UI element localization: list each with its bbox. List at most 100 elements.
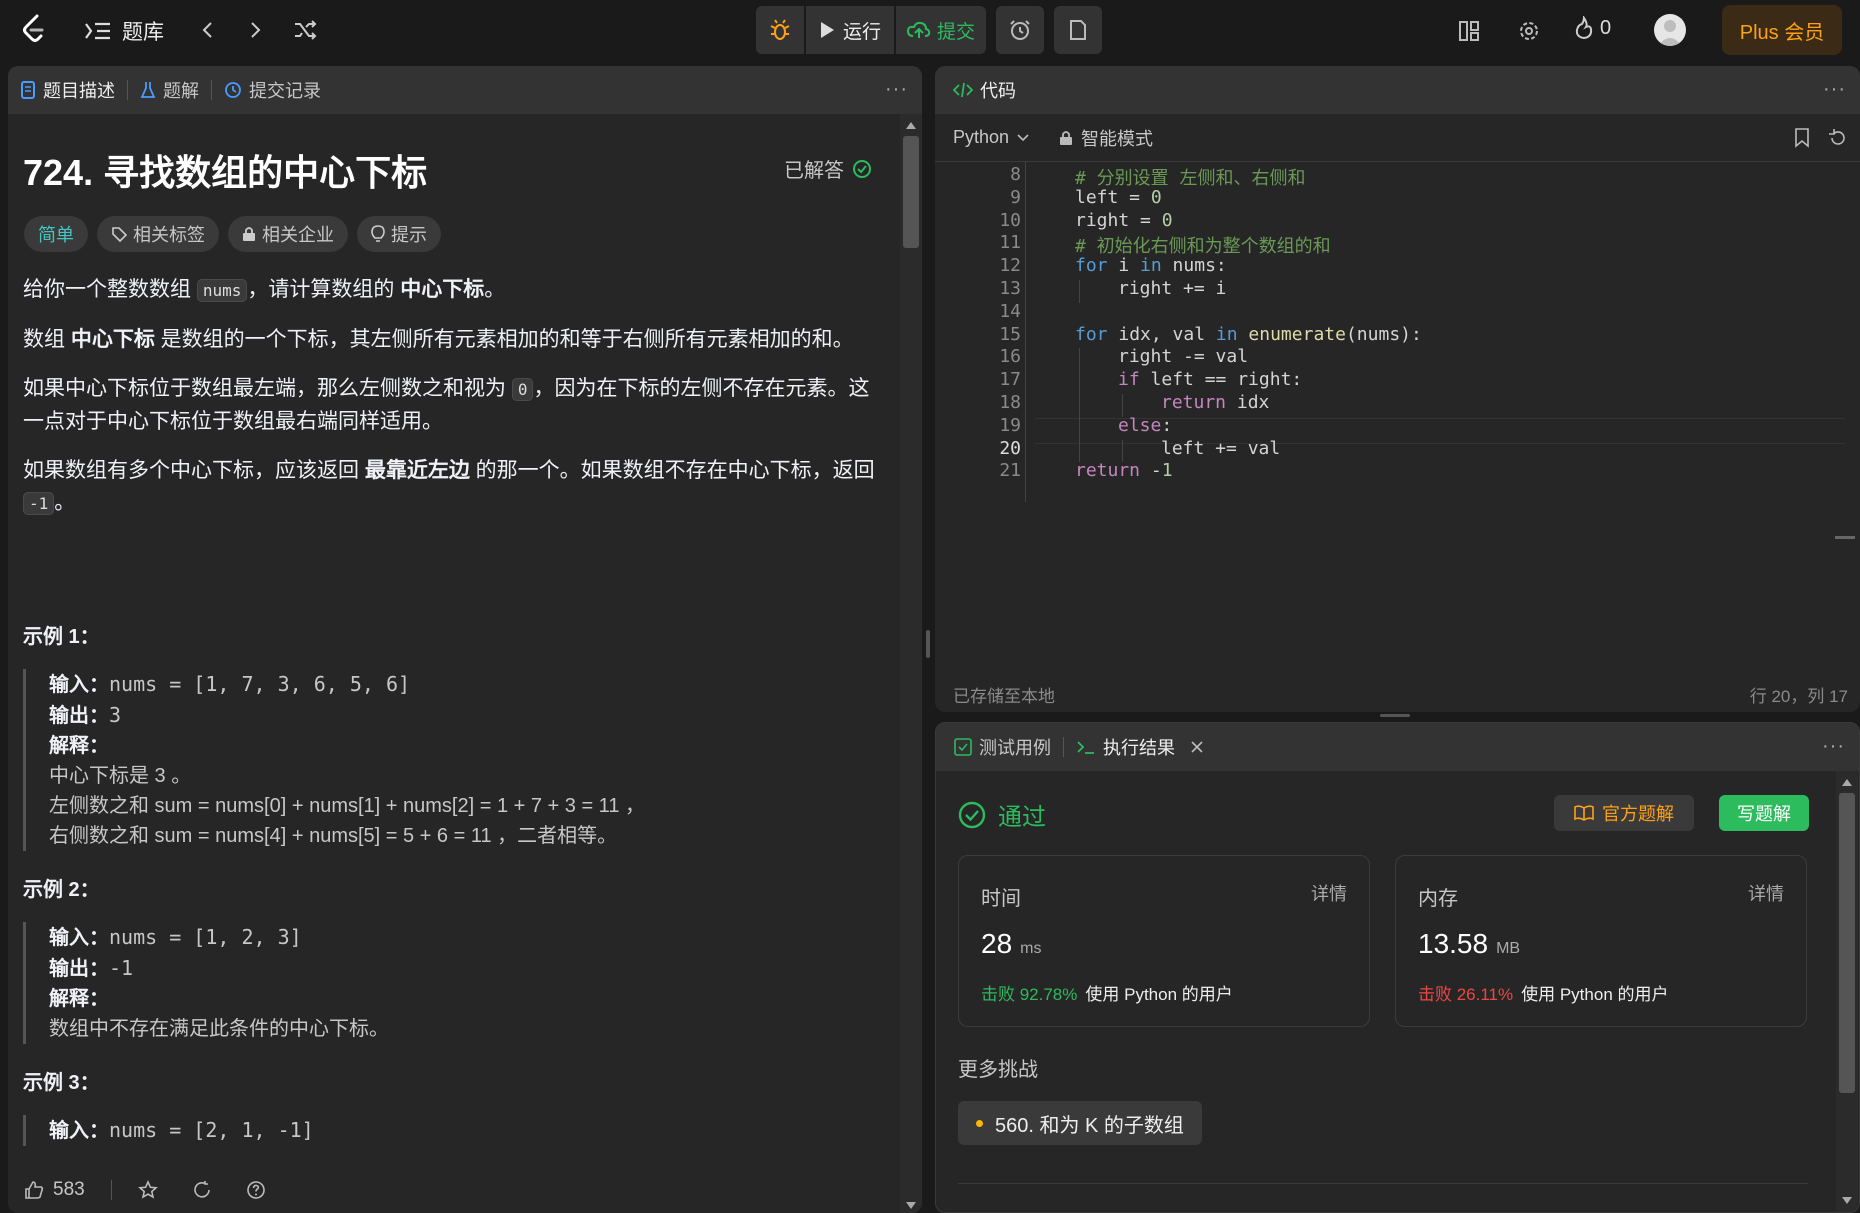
memory-label: 内存 — [1418, 888, 1458, 910]
play-icon — [820, 22, 834, 38]
indent-guide — [1122, 394, 1123, 417]
share-icon[interactable] — [192, 1180, 212, 1200]
tab-solutions-label: 题解 — [163, 81, 199, 101]
text: 数组 — [23, 328, 71, 351]
description-paragraph: 数组 中心下标 是数组的一个下标，其左侧所有元素相加的和等于右侧所有元素相加的和… — [23, 324, 888, 356]
input-value: nums = [2, 1, -1] — [109, 1118, 314, 1142]
code-editor[interactable]: 8 9 10 11 12 13 14 15 16 17 18 19 20 21 # 分别设置 左侧和、右侧… — [935, 162, 1845, 662]
language-select[interactable]: Python — [953, 127, 1029, 148]
example-output: 输出：3 — [49, 700, 888, 731]
scroll-thumb[interactable] — [1839, 793, 1855, 1093]
like-button[interactable]: 583 — [24, 1179, 85, 1201]
prev-problem-icon[interactable] — [196, 16, 220, 44]
line-number: 19 — [999, 414, 1021, 436]
tab-description[interactable]: 题目描述 — [8, 77, 127, 103]
problem-bank-link[interactable]: 题库 — [84, 16, 164, 46]
scroll-thumb[interactable] — [903, 136, 919, 248]
code-line: right -= val — [1118, 346, 1249, 368]
challenge-link[interactable]: 560. 和为 K 的子数组 — [958, 1101, 1202, 1145]
code-panel: 代码 ··· Python 智能模式 8 9 10 11 12 13 14 15 16 17 18 1… — [935, 66, 1860, 712]
solved-label: 已解答 — [784, 160, 844, 182]
streak-counter[interactable]: 0 — [1574, 16, 1611, 40]
smart-mode-toggle[interactable]: 智能模式 — [1059, 125, 1153, 151]
runtime-beat-percent: 击败 92.78% — [981, 985, 1078, 1004]
description-scrollbar[interactable] — [900, 114, 922, 1213]
plus-membership-button[interactable]: Plus 会员 — [1722, 5, 1842, 55]
leetcode-logo-icon[interactable] — [18, 12, 50, 46]
write-solution-button[interactable]: 写题解 — [1719, 795, 1809, 831]
scroll-down-icon[interactable] — [906, 1202, 916, 1209]
runtime-card: 时间 详情 28 ms 击败 92.78% 使用 Python 的用户 — [958, 855, 1370, 1027]
indent-guide — [1079, 280, 1080, 303]
line-number: 9 — [1010, 186, 1021, 208]
tab-submissions[interactable]: 提交记录 — [212, 77, 333, 103]
more-options-icon[interactable]: ··· — [1822, 735, 1845, 758]
check-circle-icon — [958, 801, 986, 828]
line-number: 16 — [999, 346, 1021, 368]
shuffle-icon[interactable] — [290, 16, 320, 44]
help-icon[interactable] — [246, 1180, 266, 1200]
inline-code: -1 — [23, 492, 55, 515]
layout-icon[interactable] — [1454, 16, 1484, 46]
reset-icon[interactable] — [1828, 128, 1848, 148]
problem-bank-label: 题库 — [122, 21, 164, 44]
bug-icon — [770, 19, 790, 40]
input-label: 输入： — [49, 927, 109, 949]
run-button[interactable]: 运行 — [806, 6, 894, 54]
memory-beat-percent: 击败 26.11% — [1418, 985, 1514, 1004]
bookmark-icon[interactable] — [1794, 128, 1810, 148]
explain-line: 左侧数之和 sum = nums[0] + nums[1] + nums[2] … — [49, 795, 646, 817]
scroll-up-icon[interactable] — [1842, 779, 1852, 786]
settings-gear-icon[interactable] — [1514, 16, 1544, 46]
avatar[interactable] — [1654, 14, 1686, 46]
indent-guide — [1079, 371, 1080, 394]
scroll-down-icon[interactable] — [1842, 1197, 1852, 1204]
history-icon — [225, 82, 241, 98]
book-open-icon — [1574, 805, 1594, 821]
code-line: for i in nums: — [1075, 255, 1227, 277]
note-icon — [1070, 20, 1086, 40]
next-problem-icon[interactable] — [243, 16, 267, 44]
flame-icon — [1575, 16, 1593, 40]
tab-code[interactable]: 代码 — [935, 77, 1028, 103]
memory-card: 内存 详情 13.58 MB 击败 26.11% 使用 Python 的用户 — [1395, 855, 1807, 1027]
debug-button[interactable] — [756, 6, 804, 54]
tab-solutions[interactable]: 题解 — [128, 77, 211, 103]
scroll-up-icon[interactable] — [906, 122, 916, 129]
difficulty-badge: 简单 — [24, 216, 88, 252]
official-solution-button[interactable]: 官方题解 — [1554, 795, 1694, 831]
runtime-beat-suffix: 使用 Python 的用户 — [1085, 985, 1233, 1004]
hint-button[interactable]: 提示 — [357, 216, 441, 252]
close-icon[interactable] — [1190, 740, 1204, 754]
more-options-icon[interactable]: ··· — [885, 78, 908, 101]
runtime-detail-link[interactable]: 详情 — [1311, 880, 1347, 906]
saved-status: 已存储至本地 — [953, 687, 1055, 706]
related-companies-label: 相关企业 — [262, 225, 334, 245]
tab-testcase[interactable]: 测试用例 — [936, 734, 1063, 760]
result-scrollbar[interactable] — [1836, 771, 1858, 1212]
vertical-splitter-handle[interactable] — [926, 630, 930, 658]
tab-result[interactable]: 执行结果 — [1064, 734, 1216, 760]
result-panel: 测试用例 执行结果 ··· 通过 官方题解 写题解 时间 详情 28 ms 击败… — [935, 722, 1860, 1213]
favorite-star-icon[interactable] — [137, 1179, 158, 1200]
example-output: 输出：-1 — [49, 953, 888, 984]
memory-detail-link[interactable]: 详情 — [1748, 880, 1784, 906]
problem-title: 724. 寻找数组的中心下标 — [23, 152, 428, 193]
code-line: for idx, val in enumerate(nums): — [1075, 323, 1422, 345]
line-number: 17 — [999, 369, 1021, 391]
timer-button[interactable] — [996, 6, 1044, 54]
tab-code-label: 代码 — [980, 81, 1016, 101]
example-heading: 示例 2： — [23, 879, 100, 901]
problem-description: 给你一个整数数组 nums ，请计算数组的 中心下标。 数组 中心下标 是数组的一… — [23, 274, 888, 537]
notes-button[interactable] — [1054, 6, 1102, 54]
related-tags-button[interactable]: 相关标签 — [97, 216, 219, 252]
submit-button[interactable]: 提交 — [896, 6, 986, 54]
related-companies-button[interactable]: 相关企业 — [228, 216, 348, 252]
horizontal-splitter-handle[interactable] — [1380, 714, 1410, 717]
more-options-icon[interactable]: ··· — [1823, 78, 1846, 101]
divider — [958, 1183, 1808, 1184]
terminal-icon — [1077, 741, 1094, 754]
write-solution-label: 写题解 — [1737, 804, 1791, 824]
indent-guide — [1079, 348, 1080, 372]
example-input: 输入：nums = [1, 2, 3] — [49, 922, 888, 953]
